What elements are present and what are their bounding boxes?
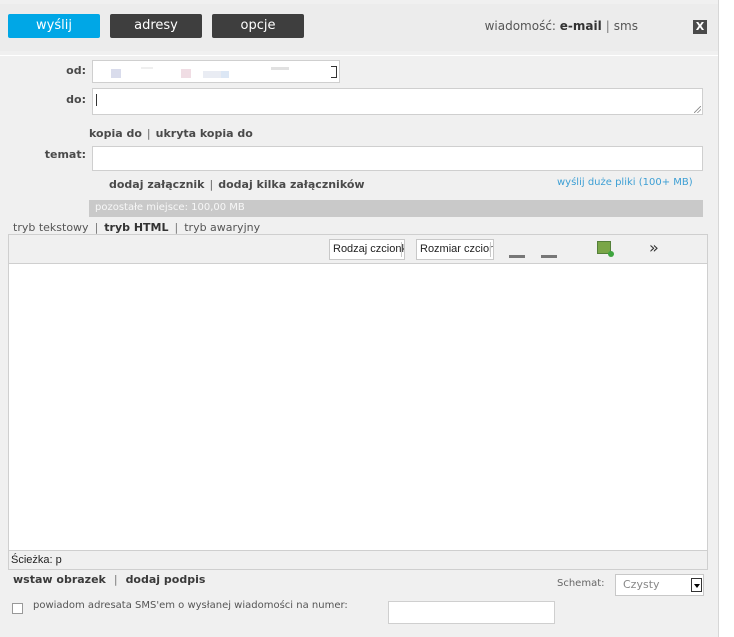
redacted-block [221,71,229,78]
redacted-block [271,67,289,70]
insert-image-icon[interactable] [597,241,614,257]
separator: | [94,221,99,234]
editor-footer-links: wstaw obrazek | dodaj podpis [13,573,205,586]
field-bracket [331,66,337,78]
editor-body[interactable] [9,264,707,550]
schema-select[interactable]: Czysty [615,574,704,596]
separator: | [605,19,610,33]
phone-number-input[interactable] [388,601,555,624]
to-label: do: [66,93,86,106]
from-label: od: [66,64,86,77]
toolbar-divider [0,55,718,56]
editor-mode-tabs: tryb tekstowy | tryb HTML | tryb awaryjny [13,221,260,234]
sms-notify-label: powiadom adresata SMS'em o wysłanej wiad… [33,600,348,611]
redacted-block [181,69,191,78]
font-size-select[interactable]: Rozmiar czcionki [416,239,494,260]
send-button[interactable]: wyślij [8,14,100,38]
add-attachment-link[interactable]: dodaj załącznik [109,178,205,191]
close-icon[interactable]: X [693,20,707,34]
text-cursor [96,94,97,106]
resize-grip-icon[interactable] [694,106,701,113]
attachment-links: dodaj załącznik | dodaj kilka załączników [109,178,365,191]
quota-bar: pozostałe miejsce: 100,00 MB [89,200,703,217]
editor-toolbar: Rodzaj czcionki Rozmiar czcionki » [9,235,707,264]
to-field[interactable] [92,88,703,115]
redacted-block [203,71,221,78]
add-signature-link[interactable]: dodaj podpis [126,573,206,586]
separator: | [146,127,151,140]
editor-path-bar: Ścieżka: p [9,550,707,569]
from-select[interactable] [92,60,340,83]
message-type-switch: wiadomość: e-mail | sms [485,19,638,33]
copy-links: kopia do | ukryta kopia do [89,127,253,140]
email-mode-link[interactable]: e-mail [560,19,602,33]
schema-selected-value: Czysty [623,578,660,591]
bcc-link[interactable]: ukryta kopia do [156,127,253,140]
separator: | [209,178,214,191]
toolbar-button-icon[interactable] [509,255,525,258]
compose-panel: wyślij adresy opcje wiadomość: e-mail | sm… [0,0,719,637]
separator: | [174,221,179,234]
cc-link[interactable]: kopia do [89,127,142,140]
subject-field[interactable] [92,146,703,171]
insert-image-link[interactable]: wstaw obrazek [13,573,106,586]
html-editor: Rodzaj czcionki Rozmiar czcionki » Ścież… [8,234,708,570]
chevron-down-icon[interactable] [691,578,702,592]
add-multiple-attachments-link[interactable]: dodaj kilka załączników [218,178,364,191]
sms-mode-link[interactable]: sms [614,19,638,33]
redacted-block [111,69,121,78]
schema-label: Schemat: [557,578,605,589]
send-large-files-link[interactable]: wyślij duże pliki (100+ MB) [557,177,693,188]
font-family-select[interactable]: Rodzaj czcionki [329,239,405,260]
tab-fallback-mode[interactable]: tryb awaryjny [184,221,260,234]
toolbar-button-icon[interactable] [541,255,557,258]
sms-notify-checkbox[interactable] [12,603,23,614]
subject-label: temat: [44,148,86,161]
tab-html-mode[interactable]: tryb HTML [104,221,168,234]
redacted-block [141,67,153,69]
separator: | [113,573,118,586]
message-type-label: wiadomość: [484,19,556,33]
quota-text: pozostałe miejsce: 100,00 MB [95,202,245,213]
more-options-icon[interactable]: » [649,238,659,257]
options-button[interactable]: opcje [212,14,304,38]
tab-text-mode[interactable]: tryb tekstowy [13,221,89,234]
addresses-button[interactable]: adresy [110,14,202,38]
